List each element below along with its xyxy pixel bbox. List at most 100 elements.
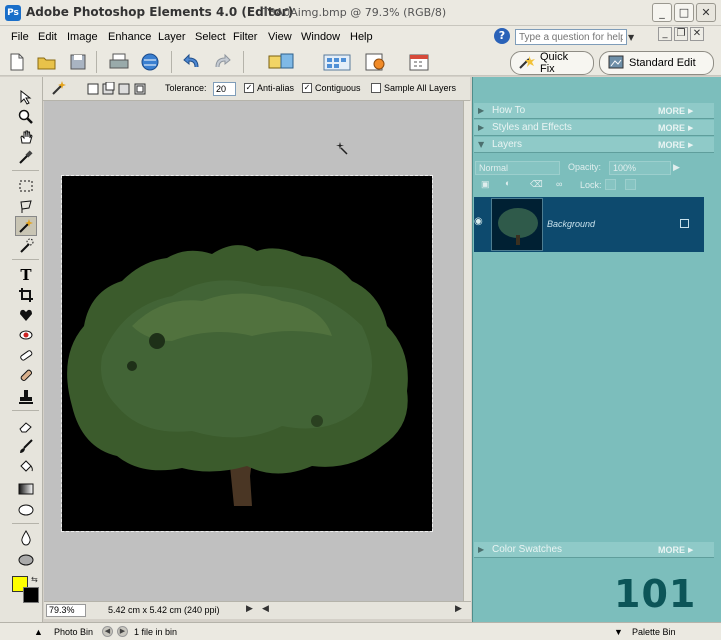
gradient-tool[interactable] — [15, 479, 37, 499]
styles-effects-more-button[interactable]: MORE — [658, 123, 685, 133]
paint-bucket-tool[interactable] — [15, 456, 37, 476]
quick-fix-button[interactable]: Quick Fix — [510, 51, 594, 75]
cookie-cutter-tool[interactable] — [15, 305, 37, 325]
menu-layer[interactable]: Layer — [158, 31, 186, 43]
menu-help[interactable]: Help — [350, 31, 373, 43]
eyedropper-tool[interactable] — [15, 147, 37, 167]
menu-file[interactable]: File — [11, 31, 29, 43]
photo-bin-label[interactable]: Photo Bin — [54, 627, 93, 637]
prev-photo-icon[interactable]: ◀ — [102, 626, 113, 637]
menu-image[interactable]: Image — [67, 31, 98, 43]
menu-filter[interactable]: Filter — [233, 31, 257, 43]
standard-edit-label: Standard Edit — [629, 57, 696, 69]
blend-mode-select[interactable]: Normal — [475, 161, 560, 175]
tolerance-input[interactable] — [213, 82, 236, 96]
marquee-tool[interactable] — [15, 176, 37, 196]
selection-brush-tool[interactable] — [15, 236, 37, 256]
save-icon[interactable] — [67, 51, 89, 73]
doc-close-button[interactable]: ✕ — [690, 27, 704, 41]
swap-colors-icon[interactable]: ⇆ — [31, 575, 38, 584]
trash-icon[interactable]: ⌫ — [530, 179, 543, 190]
minimize-button[interactable]: _ — [652, 3, 672, 22]
type-tool[interactable]: T — [15, 265, 37, 285]
magic-wand-tool[interactable] — [15, 216, 37, 236]
clone-stamp-tool[interactable] — [15, 387, 37, 407]
open-icon[interactable] — [36, 51, 58, 73]
menu-enhance[interactable]: Enhance — [108, 31, 151, 43]
expand-arrow-icon[interactable]: ▶ — [478, 545, 484, 554]
undo-icon[interactable] — [181, 51, 203, 73]
menu-window[interactable]: Window — [301, 31, 340, 43]
brush-tool[interactable] — [15, 436, 37, 456]
red-eye-tool[interactable] — [15, 325, 37, 345]
help-dropdown-icon[interactable]: ▼ — [628, 33, 634, 42]
palette-bin-toggle-icon[interactable]: ▼ — [614, 627, 623, 637]
standard-edit-button[interactable]: Standard Edit — [599, 51, 714, 75]
document-info: 5.42 cm x 5.42 cm (240 ppi) — [108, 605, 220, 615]
magic-wand-tool-icon[interactable] — [50, 79, 68, 97]
panel-divider[interactable] — [463, 101, 471, 601]
opacity-field[interactable]: 100% — [609, 161, 671, 175]
bandage-tool[interactable] — [15, 365, 37, 385]
new-layer-icon[interactable]: ▣ — [481, 179, 490, 190]
close-button[interactable]: ✕ — [696, 3, 716, 22]
doc-minimize-button[interactable]: _ — [658, 27, 672, 41]
expand-arrow-icon[interactable]: ▶ — [478, 123, 484, 132]
menu-edit[interactable]: Edit — [38, 31, 57, 43]
opacity-slider-arrow-icon[interactable]: ▶ — [673, 162, 680, 173]
zoom-tool[interactable] — [15, 107, 37, 127]
new-icon[interactable] — [6, 51, 28, 73]
sample-all-layers-checkbox[interactable] — [371, 83, 381, 93]
shape-tool[interactable] — [15, 500, 37, 520]
redo-icon[interactable] — [211, 51, 233, 73]
sponge-tool[interactable] — [15, 549, 37, 569]
lock-transparency-icon[interactable] — [605, 179, 616, 190]
link-icon[interactable]: ∞ — [556, 179, 562, 189]
doc-restore-button[interactable]: ❐ — [674, 27, 688, 41]
organizer-icon[interactable] — [266, 51, 296, 73]
photo-bin-toggle-icon[interactable]: ▲ — [34, 627, 43, 637]
lock-all-icon[interactable] — [625, 179, 636, 190]
maximize-button[interactable]: □ — [674, 3, 694, 22]
eraser-tool[interactable] — [15, 416, 37, 436]
hand-tool[interactable] — [15, 127, 37, 147]
photo-browser-icon[interactable] — [322, 51, 352, 73]
move-tool[interactable] — [15, 87, 37, 107]
zoom-level-field[interactable]: 79.3% — [46, 604, 86, 617]
scroll-left-icon[interactable]: ◀ — [262, 604, 269, 614]
info-menu-arrow-icon[interactable]: ▶ — [246, 604, 253, 614]
expand-arrow-icon[interactable]: ▶ — [478, 106, 484, 115]
layer-lock-icon — [680, 219, 689, 228]
lasso-tool[interactable] — [15, 196, 37, 216]
next-photo-icon[interactable]: ▶ — [117, 626, 128, 637]
menu-select[interactable]: Select — [195, 31, 226, 43]
print-icon[interactable] — [108, 51, 130, 73]
eye-visibility-icon[interactable]: ◉ — [474, 216, 486, 228]
layers-more-button[interactable]: MORE — [658, 140, 685, 150]
selection-mode-icons[interactable] — [86, 80, 150, 98]
color-swatches-more-button[interactable]: MORE — [658, 545, 685, 555]
blur-tool[interactable] — [15, 528, 37, 548]
collapse-arrow-icon[interactable]: ▼ — [478, 140, 484, 149]
create-icon[interactable] — [363, 51, 389, 73]
calendar-icon[interactable] — [408, 51, 430, 73]
more-arrow-icon: ▶ — [688, 124, 694, 132]
app-title: Adobe Photoshop Elements 4.0 (Editor) — [26, 5, 294, 19]
spot-healing-tool[interactable] — [15, 345, 37, 365]
document-image[interactable] — [61, 175, 433, 532]
help-search-input[interactable] — [515, 29, 627, 45]
adjustment-layer-icon[interactable]: ◐ — [505, 178, 510, 188]
menu-view[interactable]: View — [268, 31, 292, 43]
scroll-right-icon[interactable]: ▶ — [455, 604, 462, 614]
help-icon[interactable]: ? — [494, 28, 510, 44]
sample-all-layers-label: Sample All Layers — [384, 83, 457, 93]
how-to-more-button[interactable]: MORE — [658, 106, 685, 116]
lock-label: Lock: — [580, 180, 602, 190]
background-color-swatch[interactable] — [23, 587, 39, 603]
palette-bin-label[interactable]: Palette Bin — [632, 627, 676, 637]
contiguous-checkbox[interactable]: ✓ — [302, 83, 312, 93]
crop-tool[interactable] — [15, 285, 37, 305]
online-services-icon[interactable] — [139, 51, 161, 73]
tool-separator — [12, 259, 39, 260]
antialias-checkbox[interactable]: ✓ — [244, 83, 254, 93]
